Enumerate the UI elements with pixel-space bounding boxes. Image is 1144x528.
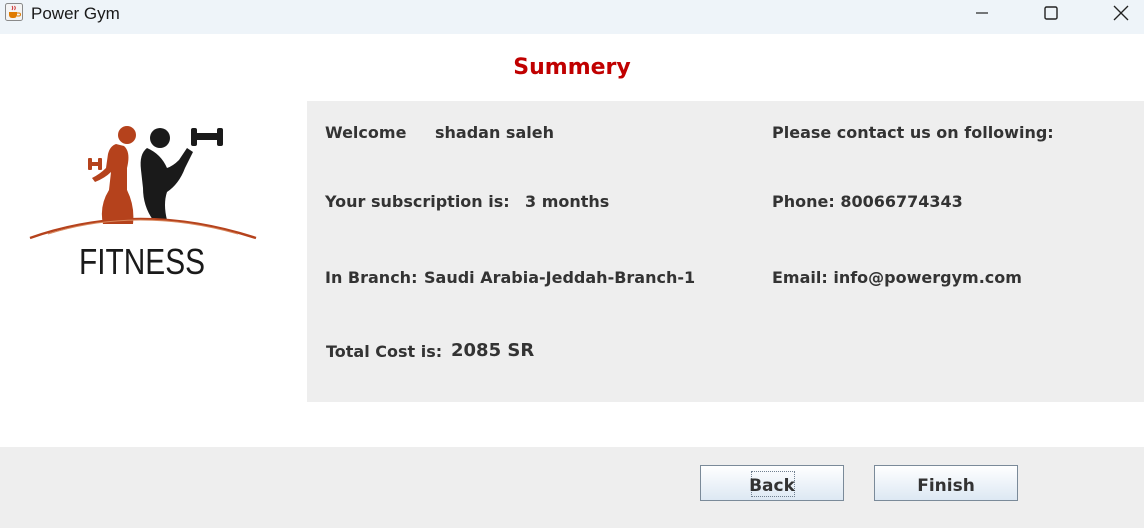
fitness-logo: FITNESS <box>28 118 260 288</box>
title-bar: Power Gym <box>0 0 1144 34</box>
subscription-value: 3 months <box>525 192 610 211</box>
java-coffee-cup-icon <box>5 3 23 21</box>
subscription-label: Your subscription is: <box>325 192 510 211</box>
user-name: shadan saleh <box>435 123 554 142</box>
back-button-label: Back <box>749 476 795 496</box>
close-button[interactable] <box>1098 0 1144 28</box>
contact-header: Please contact us on following: <box>772 123 1054 142</box>
fitness-logo-graphic: FITNESS <box>29 126 257 282</box>
total-cost-value: 2085 SR <box>451 340 535 361</box>
page-title: Summery <box>513 55 631 80</box>
minimize-button[interactable] <box>959 0 1005 28</box>
branch-value: Saudi Arabia-Jeddah-Branch-1 <box>424 268 696 287</box>
finish-button-label: Finish <box>917 476 975 496</box>
minimize-icon <box>976 12 988 14</box>
maximize-icon <box>1044 6 1058 20</box>
close-icon <box>1113 5 1129 21</box>
contact-email: Email: info@powergym.com <box>772 268 1022 287</box>
maximize-button[interactable] <box>1028 0 1074 28</box>
fitness-logo-text: FITNESS <box>79 241 205 282</box>
total-cost-label: Total Cost is: <box>326 342 443 361</box>
window-title: Power Gym <box>31 4 120 23</box>
back-button[interactable]: Back <box>700 465 844 501</box>
branch-label: In Branch: <box>325 268 418 287</box>
welcome-label: Welcome <box>325 123 407 142</box>
contact-phone: Phone: 80066774343 <box>772 192 963 211</box>
finish-button[interactable]: Finish <box>874 465 1018 501</box>
